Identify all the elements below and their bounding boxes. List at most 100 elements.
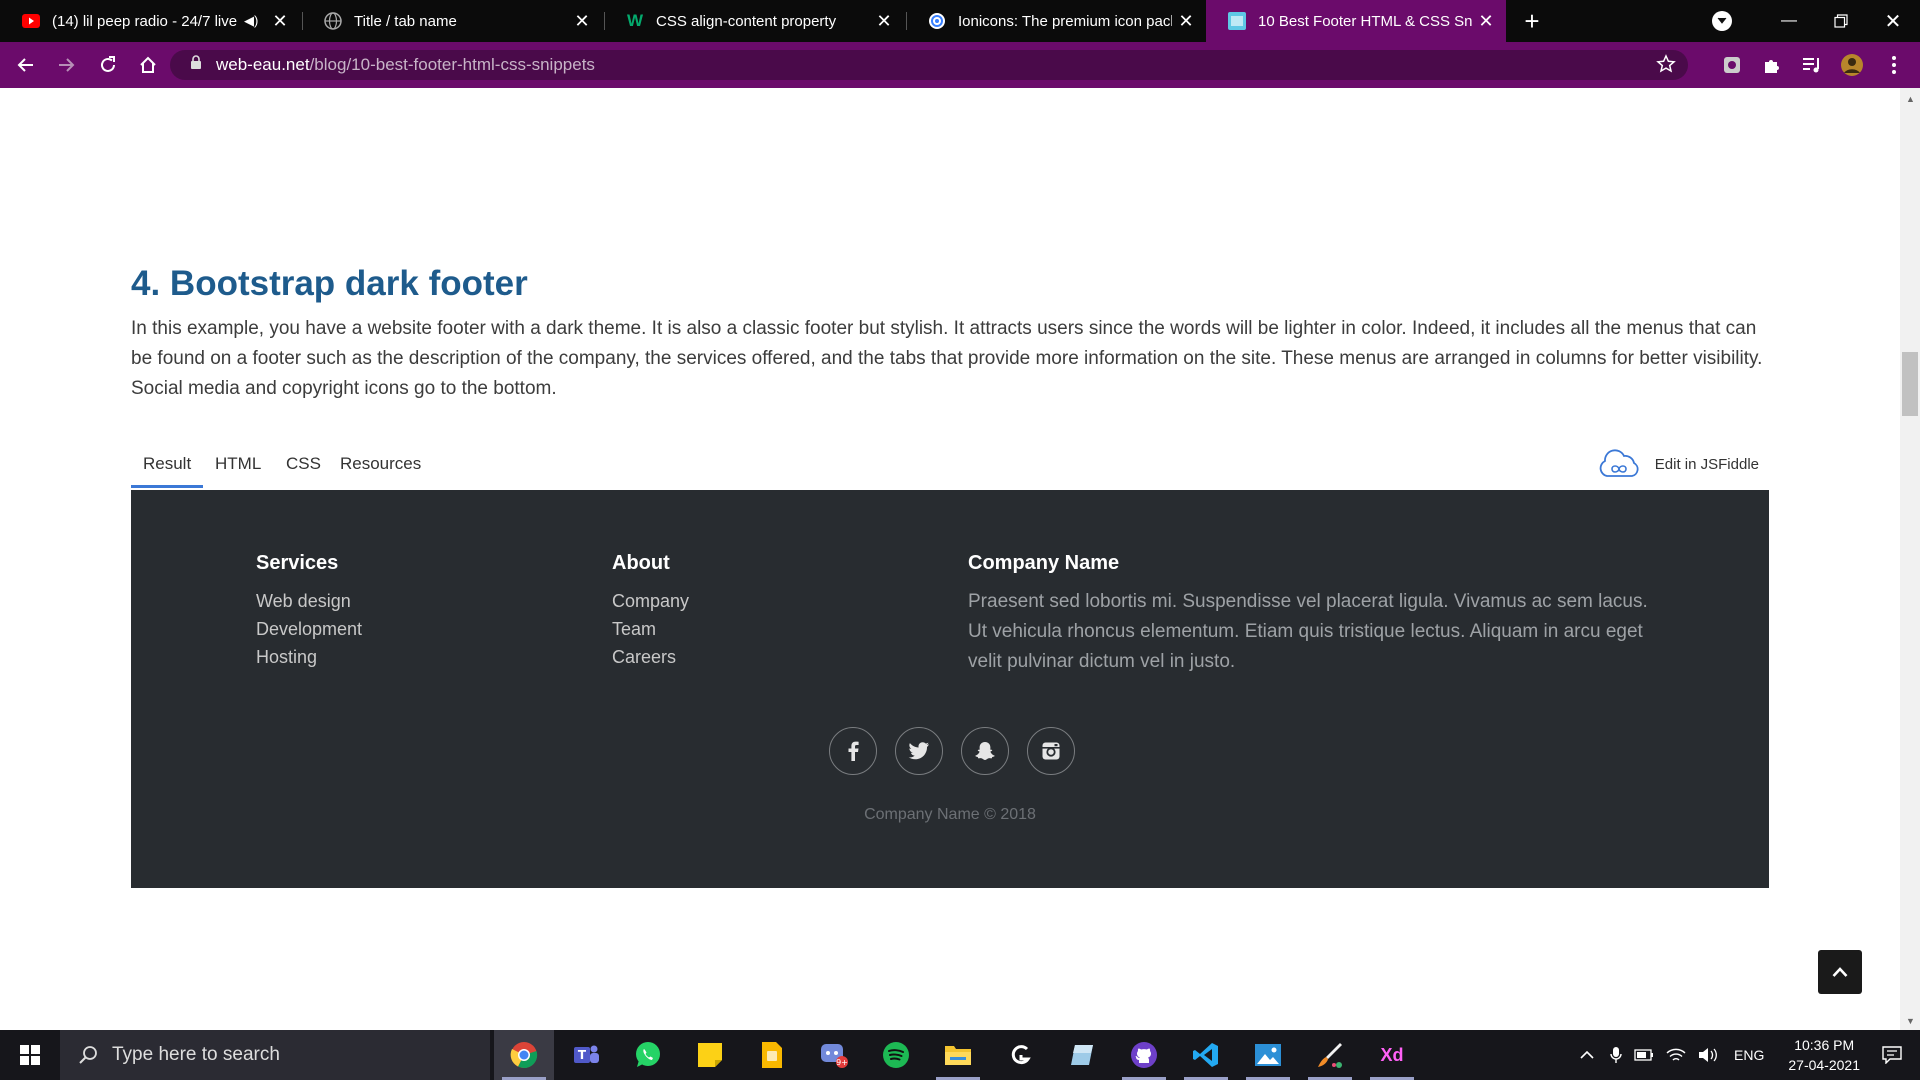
browser-tab-active[interactable]: 10 Best Footer HTML & CSS Snip ✕: [1206, 0, 1506, 42]
search-placeholder: Type here to search: [112, 1044, 280, 1065]
chevron-up-icon[interactable]: [1580, 1050, 1594, 1060]
snapchat-icon[interactable]: [961, 727, 1009, 775]
whatsapp-icon[interactable]: [618, 1030, 678, 1080]
tab-resources[interactable]: Resources: [340, 440, 421, 488]
close-tab-icon[interactable]: ✕: [266, 11, 294, 32]
jsfiddle-tabs: Result HTML CSS Resources Edit in JSFidd…: [131, 440, 1769, 488]
tab-title: (14) lil peep radio - 24/7 live: [52, 12, 238, 30]
ionicons-icon: [928, 12, 946, 30]
browser-tab[interactable]: Title / tab name ✕: [302, 0, 602, 42]
avatar[interactable]: [1832, 42, 1872, 88]
footer-link-development[interactable]: Development: [256, 615, 362, 643]
puzzle-extensions-icon[interactable]: [1752, 42, 1792, 88]
wifi-icon[interactable]: [1666, 1047, 1686, 1063]
notification-icon[interactable]: [1882, 1046, 1902, 1064]
teams-icon[interactable]: T: [556, 1030, 616, 1080]
url-host: web-eau.net: [216, 55, 310, 74]
spotify-icon[interactable]: [866, 1030, 926, 1080]
footer-link-team[interactable]: Team: [612, 615, 689, 643]
app-icon[interactable]: [1052, 1030, 1112, 1080]
battery-icon[interactable]: [1634, 1049, 1654, 1061]
close-tab-icon[interactable]: ✕: [870, 11, 898, 32]
svg-text:9+: 9+: [836, 1058, 848, 1067]
vscode-icon[interactable]: [1176, 1030, 1236, 1080]
services-heading: Services: [256, 552, 339, 574]
windows-taskbar: Type here to search T 9+ Xd ENG 10:36 PM…: [0, 1030, 1920, 1080]
minimize-icon[interactable]: —: [1764, 0, 1814, 42]
file-explorer-icon[interactable]: [928, 1030, 988, 1080]
notes-icon[interactable]: [742, 1030, 802, 1080]
tab-title: CSS align-content property: [656, 12, 837, 30]
tab-title: Title / tab name: [354, 12, 457, 30]
chrome-icon[interactable]: [494, 1030, 554, 1080]
bookmark-star-icon[interactable]: [1656, 54, 1676, 79]
web-eau-icon: [1228, 12, 1246, 30]
active-tab-indicator: [131, 485, 203, 488]
about-column: About Company Team Careers: [612, 552, 689, 671]
microphone-icon[interactable]: [1610, 1046, 1622, 1064]
instagram-icon[interactable]: [1027, 727, 1075, 775]
scrollbar-track[interactable]: ▲ ▼: [1900, 88, 1920, 1030]
taskbar-search-box[interactable]: Type here to search: [60, 1030, 490, 1080]
github-icon[interactable]: [1114, 1030, 1174, 1080]
browser-menu-icon[interactable]: [1874, 42, 1914, 88]
language-indicator[interactable]: ENG: [1734, 1047, 1764, 1063]
close-tab-icon[interactable]: ✕: [1172, 11, 1200, 32]
new-tab-icon[interactable]: +: [1518, 0, 1546, 42]
reload-icon[interactable]: [88, 42, 128, 88]
tab-css[interactable]: CSS: [286, 440, 321, 488]
forward-icon[interactable]: [46, 42, 86, 88]
facebook-icon[interactable]: [829, 727, 877, 775]
url-path: /blog/10-best-footer-html-css-snippets: [309, 55, 595, 74]
tab-search-icon[interactable]: [1712, 11, 1732, 31]
browser-tab[interactable]: (14) lil peep radio - 24/7 live ◀) ✕: [0, 0, 300, 42]
discord-icon[interactable]: 9+: [804, 1030, 864, 1080]
restore-icon[interactable]: [1816, 0, 1866, 42]
footer-link-hosting[interactable]: Hosting: [256, 643, 362, 671]
home-icon[interactable]: [128, 42, 168, 88]
page-content: 4. Bootstrap dark footer In this example…: [0, 88, 1900, 1030]
media-control-icon[interactable]: [1792, 42, 1832, 88]
close-tab-icon[interactable]: ✕: [1472, 11, 1500, 32]
footer-link-careers[interactable]: Careers: [612, 643, 689, 671]
edit-in-jsfiddle-label: Edit in JSFiddle: [1654, 455, 1759, 473]
company-heading: Company Name: [968, 552, 1120, 574]
edit-in-jsfiddle-link[interactable]: Edit in JSFiddle: [1597, 440, 1759, 488]
photos-icon[interactable]: [1238, 1030, 1298, 1080]
clock-date: 27-04-2021: [1788, 1057, 1860, 1073]
clock[interactable]: 10:36 PM 27-04-2021: [1788, 1035, 1860, 1075]
paint-icon[interactable]: [1300, 1030, 1360, 1080]
lock-icon[interactable]: [190, 55, 206, 75]
services-column: Services Web design Development Hosting: [256, 552, 362, 671]
browser-tab[interactable]: Ionicons: The premium icon pack ✕: [906, 0, 1206, 42]
close-window-icon[interactable]: ✕: [1866, 0, 1920, 42]
scroll-up-arrow-icon[interactable]: ▲: [1906, 94, 1915, 104]
extension-icon[interactable]: [1712, 42, 1752, 88]
tab-html[interactable]: HTML: [215, 440, 261, 488]
audio-icon[interactable]: ◀): [244, 13, 266, 29]
logitech-icon[interactable]: [990, 1030, 1050, 1080]
scroll-down-arrow-icon[interactable]: ▼: [1906, 1016, 1915, 1026]
address-bar[interactable]: web-eau.net/blog/10-best-footer-html-css…: [170, 50, 1688, 80]
adobe-xd-icon[interactable]: Xd: [1362, 1030, 1422, 1080]
section-paragraph: In this example, you have a website foot…: [131, 318, 1763, 399]
windows-start-icon[interactable]: [0, 1030, 60, 1080]
w3schools-icon: W: [626, 11, 644, 30]
search-icon: [78, 1045, 98, 1065]
volume-icon[interactable]: [1698, 1047, 1718, 1063]
tab-result[interactable]: Result: [143, 440, 191, 488]
twitter-icon[interactable]: [895, 727, 943, 775]
system-tray: ENG 10:36 PM 27-04-2021: [1570, 1030, 1920, 1080]
clock-time: 10:36 PM: [1794, 1037, 1855, 1053]
browser-tab[interactable]: W CSS align-content property ✕: [604, 0, 904, 42]
sticky-notes-icon[interactable]: [680, 1030, 740, 1080]
svg-text:T: T: [578, 1048, 587, 1062]
footer-link-web-design[interactable]: Web design: [256, 587, 362, 615]
back-icon[interactable]: [6, 42, 46, 88]
youtube-icon: [22, 12, 40, 30]
back-to-top-button[interactable]: [1818, 950, 1862, 994]
scrollbar-thumb[interactable]: [1902, 352, 1918, 416]
close-tab-icon[interactable]: ✕: [568, 11, 596, 32]
tab-title: 10 Best Footer HTML & CSS Snip: [1258, 12, 1472, 30]
footer-link-company[interactable]: Company: [612, 587, 689, 615]
